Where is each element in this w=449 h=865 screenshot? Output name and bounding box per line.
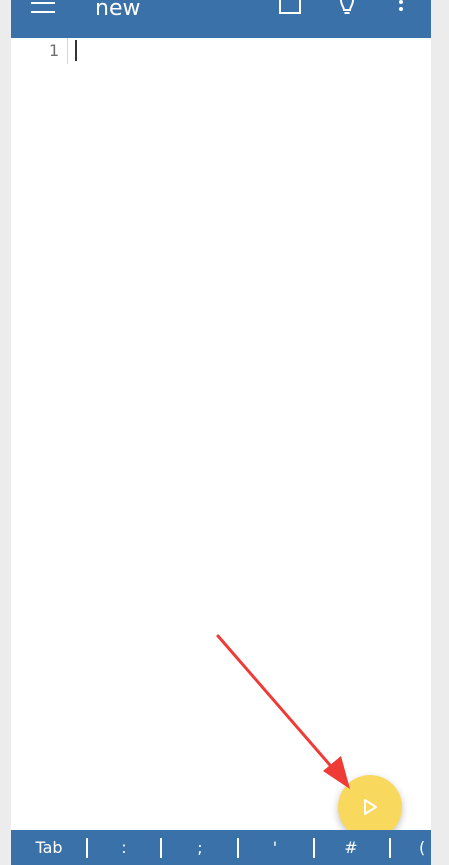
- more-vert-icon[interactable]: [397, 0, 405, 16]
- key-separator: [237, 838, 239, 858]
- key-colon[interactable]: :: [111, 837, 137, 859]
- file-title: new: [95, 0, 141, 21]
- key-separator: [389, 838, 391, 858]
- app-window: new 1 Tab : ; ' # (: [11, 0, 431, 865]
- key-separator: [160, 838, 162, 858]
- symbol-key-bar: Tab : ; ' # (: [11, 830, 431, 865]
- lightbulb-icon[interactable]: [337, 0, 357, 18]
- key-separator: [86, 838, 88, 858]
- key-semicolon[interactable]: ;: [187, 837, 213, 859]
- key-separator: [313, 838, 315, 858]
- key-hash[interactable]: #: [338, 837, 364, 859]
- key-tab[interactable]: Tab: [27, 837, 71, 859]
- window-icon[interactable]: [279, 0, 301, 14]
- screen: new 1 Tab : ; ' # (: [0, 0, 449, 865]
- gutter-divider: [67, 38, 68, 64]
- hamburger-menu-icon[interactable]: [31, 2, 55, 16]
- key-open-paren[interactable]: (: [419, 837, 431, 859]
- play-icon: [364, 799, 377, 815]
- app-bar: new: [11, 0, 431, 38]
- code-editor[interactable]: 1: [11, 38, 431, 830]
- key-apostrophe[interactable]: ': [262, 837, 288, 859]
- line-number: 1: [49, 41, 60, 60]
- text-caret: [75, 40, 77, 61]
